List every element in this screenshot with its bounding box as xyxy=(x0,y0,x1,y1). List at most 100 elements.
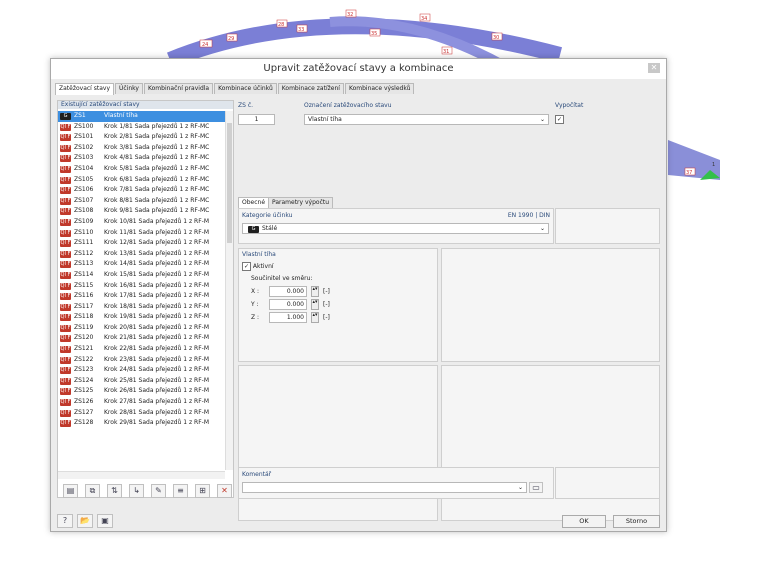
factor-row: X : 0.000 ▴▾ [-] xyxy=(251,285,330,298)
list-item[interactable]: QI F ZS104 Krok 5/81 Sada přejezdů 1 z RF-… xyxy=(58,164,225,175)
spinner-icon[interactable]: ▴▾ xyxy=(311,286,319,297)
load-case-description: Krok 1/81 Sada přejezdů 1 z RF-MC xyxy=(104,122,210,130)
action-category-badge: QI F xyxy=(60,409,71,417)
load-case-id: ZS101 xyxy=(74,133,94,141)
load-case-id: ZS122 xyxy=(74,355,94,363)
action-category-badge: QI F xyxy=(60,388,71,396)
load-case-name-field[interactable]: Vlastní tíha ⌄ xyxy=(304,114,549,125)
load-case-description: Krok 5/81 Sada přejezdů 1 z RF-MC xyxy=(104,164,210,172)
tab-load-combinations[interactable]: Kombinace zatížení xyxy=(277,83,344,94)
delete-icon[interactable]: ✕ xyxy=(217,484,232,498)
list-vertical-scrollbar[interactable] xyxy=(225,111,233,470)
help-icon[interactable]: ? xyxy=(57,514,73,528)
list-item[interactable]: QI F ZS118 Krok 19/81 Sada přejezdů 1 z RF… xyxy=(58,312,225,323)
self-weight-panel: Vlastní tíha ✓ Aktivní Součinitel ve smě… xyxy=(238,248,438,362)
tab-combination-rules[interactable]: Kombinační pravidla xyxy=(144,83,214,94)
list-item[interactable]: QI F ZS101 Krok 2/81 Sada přejezdů 1 z RF-… xyxy=(58,132,225,143)
load-case-description: Krok 14/81 Sada přejezdů 1 z RF-M xyxy=(104,260,210,268)
load-case-description: Krok 24/81 Sada přejezdů 1 z RF-M xyxy=(104,366,210,374)
list-item[interactable]: QI F ZS106 Krok 7/81 Sada přejezdů 1 z RF-… xyxy=(58,185,225,196)
list-item[interactable]: QI F ZS114 Krok 15/81 Sada přejezdů 1 z RF… xyxy=(58,270,225,281)
ok-button[interactable]: OK xyxy=(562,515,606,528)
factor-fields: X : 0.000 ▴▾ [-] Y : 0.000 ▴▾ [-] Z : 1.000 ▴▾ [-] xyxy=(251,285,330,324)
load-case-id: ZS124 xyxy=(74,376,94,384)
load-case-id: ZS119 xyxy=(74,323,94,331)
load-case-id: ZS112 xyxy=(74,249,94,257)
scroll-thumb[interactable] xyxy=(227,123,232,243)
list-item[interactable]: QI F ZS108 Krok 9/81 Sada přejezdů 1 z RF-… xyxy=(58,206,225,217)
copy-load-case-icon[interactable]: ⧉ xyxy=(85,484,100,498)
spinner-icon[interactable]: ▴▾ xyxy=(311,312,319,323)
load-case-id: ZS1 xyxy=(74,112,86,119)
load-case-description: Krok 18/81 Sada přejezdů 1 z RF-M xyxy=(104,302,210,310)
factor-value-field[interactable]: 1.000 xyxy=(269,312,307,323)
spinner-icon[interactable]: ▴▾ xyxy=(311,299,319,310)
new-load-case-icon[interactable]: ▤ xyxy=(63,484,78,498)
cancel-button[interactable]: Storno xyxy=(613,515,660,528)
list-item[interactable]: QI F ZS103 Krok 4/81 Sada přejezdů 1 z RF-… xyxy=(58,153,225,164)
list-item[interactable]: QI F ZS119 Krok 20/81 Sada přejezdů 1 z RF… xyxy=(58,323,225,334)
list-item[interactable]: G ZS1 Vlastní tíha xyxy=(58,111,225,122)
category-dropdown[interactable]: G Stálé ⌄ xyxy=(242,223,549,234)
load-case-id: ZS113 xyxy=(74,260,94,268)
node-label: 35 xyxy=(371,31,377,37)
renumber-icon[interactable]: ⇅ xyxy=(107,484,122,498)
list-item[interactable]: QI F ZS127 Krok 28/81 Sada přejezdů 1 z RF… xyxy=(58,408,225,419)
list-item[interactable]: QI F ZS110 Krok 11/81 Sada přejezdů 1 z RF… xyxy=(58,228,225,239)
comment-field[interactable]: ⌄ xyxy=(242,482,527,493)
list-item[interactable]: QI F ZS126 Krok 27/81 Sada přejezdů 1 z RF… xyxy=(58,397,225,408)
tab-calculation-parameters[interactable]: Parametry výpočtu xyxy=(268,197,334,208)
action-category-badge: QI F xyxy=(60,261,71,269)
list-item[interactable]: QI F ZS125 Krok 26/81 Sada přejezdů 1 z RF… xyxy=(58,386,225,397)
tab-result-combinations[interactable]: Kombinace výsledků xyxy=(344,83,415,94)
unit-label: [-] xyxy=(323,301,330,308)
edit-icon[interactable]: ✎ xyxy=(151,484,166,498)
list-item[interactable]: QI F ZS111 Krok 12/81 Sada přejezdů 1 z RF… xyxy=(58,238,225,249)
action-category-badge: QI F xyxy=(60,144,71,152)
load-case-description: Krok 29/81 Sada přejezdů 1 z RF-M xyxy=(104,419,210,427)
action-category-badge: QI F xyxy=(60,134,71,142)
list-horizontal-scrollbar[interactable] xyxy=(58,471,225,479)
export-icon[interactable]: ⊞ xyxy=(195,484,210,498)
list-item[interactable]: QI F ZS120 Krok 21/81 Sada přejezdů 1 z RF… xyxy=(58,333,225,344)
close-icon[interactable]: ✕ xyxy=(648,63,660,73)
axis-label: X : xyxy=(251,288,260,295)
list-item[interactable]: QI F ZS116 Krok 17/81 Sada přejezdů 1 z RF… xyxy=(58,291,225,302)
list-item[interactable]: QI F ZS123 Krok 24/81 Sada přejezdů 1 z RF… xyxy=(58,365,225,376)
factor-value-field[interactable]: 0.000 xyxy=(269,286,307,297)
list-item[interactable]: QI F ZS117 Krok 18/81 Sada přejezdů 1 z RF… xyxy=(58,302,225,313)
load-case-id: ZS117 xyxy=(74,302,94,310)
save-icon[interactable]: ▣ xyxy=(97,514,113,528)
list-item[interactable]: QI F ZS121 Krok 22/81 Sada přejezdů 1 z RF… xyxy=(58,344,225,355)
zs-number-field[interactable]: 1 xyxy=(238,114,275,125)
list-item[interactable]: QI F ZS122 Krok 23/81 Sada přejezdů 1 z RF… xyxy=(58,355,225,366)
list-item[interactable]: QI F ZS128 Krok 29/81 Sada přejezdů 1 z RF… xyxy=(58,418,225,429)
action-category-badge: G xyxy=(60,113,71,120)
load-case-list[interactable]: G ZS1 Vlastní tíha QI F ZS100 Krok 1/81 Sada … xyxy=(58,111,225,470)
open-icon[interactable]: 📂 xyxy=(77,514,93,528)
list-item[interactable]: QI F ZS115 Krok 16/81 Sada přejezdů 1 z RF… xyxy=(58,281,225,292)
load-case-description: Krok 19/81 Sada přejezdů 1 z RF-M xyxy=(104,313,210,321)
load-case-description: Krok 25/81 Sada přejezdů 1 z RF-M xyxy=(104,376,210,384)
comment-library-icon[interactable]: ▭ xyxy=(529,482,543,493)
tab-actions[interactable]: Účinky xyxy=(115,83,143,94)
norm-label: EN 1990 | DIN xyxy=(507,212,550,219)
factor-value-field[interactable]: 0.000 xyxy=(269,299,307,310)
list-item[interactable]: QI F ZS112 Krok 13/81 Sada přejezdů 1 z RF… xyxy=(58,249,225,260)
generate-icon[interactable]: ↳ xyxy=(129,484,144,498)
list-item[interactable]: QI F ZS113 Krok 14/81 Sada přejezdů 1 z RF… xyxy=(58,259,225,270)
list-item[interactable]: QI F ZS100 Krok 1/81 Sada přejezdů 1 z RF-… xyxy=(58,122,225,133)
list-item[interactable]: QI F ZS124 Krok 25/81 Sada přejezdů 1 z RF… xyxy=(58,376,225,387)
calculate-checkbox[interactable]: ✓ xyxy=(555,115,564,124)
tab-action-combinations[interactable]: Kombinace účinků xyxy=(214,83,277,94)
list-item[interactable]: QI F ZS109 Krok 10/81 Sada přejezdů 1 z RF… xyxy=(58,217,225,228)
list-item[interactable]: QI F ZS105 Krok 6/81 Sada přejezdů 1 z RF-… xyxy=(58,175,225,186)
load-case-list-panel: Existující zatěžovací stavy G ZS1 Vlastní … xyxy=(57,100,234,498)
list-item[interactable]: QI F ZS107 Krok 8/81 Sada přejezdů 1 z RF-… xyxy=(58,196,225,207)
load-case-description: Krok 11/81 Sada přejezdů 1 z RF-M xyxy=(104,228,210,236)
action-category-badge: QI F xyxy=(60,324,71,332)
sort-icon[interactable]: ≡ xyxy=(173,484,188,498)
active-checkbox[interactable]: ✓ Aktivní xyxy=(242,262,274,271)
tab-load-cases[interactable]: Zatěžovací stavy xyxy=(55,83,115,95)
list-item[interactable]: QI F ZS102 Krok 3/81 Sada přejezdů 1 z RF-… xyxy=(58,143,225,154)
